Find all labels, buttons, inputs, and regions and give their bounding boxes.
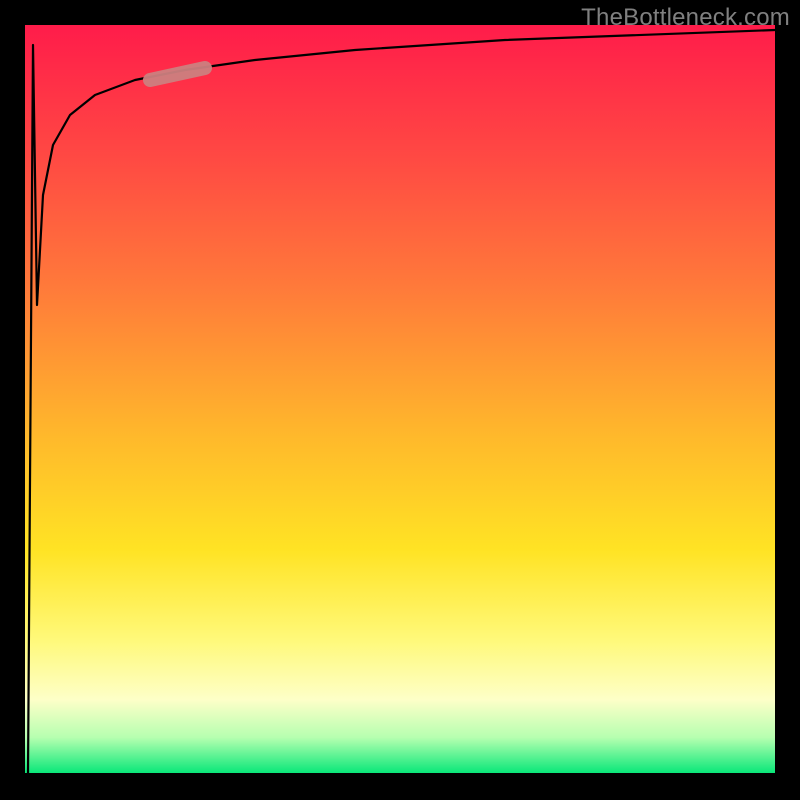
x-axis <box>25 773 775 775</box>
watermark-text: TheBottleneck.com <box>581 4 790 32</box>
y-axis <box>23 25 25 775</box>
chart-container: TheBottleneck.com <box>0 0 800 800</box>
gradient-plot-area <box>25 25 775 775</box>
